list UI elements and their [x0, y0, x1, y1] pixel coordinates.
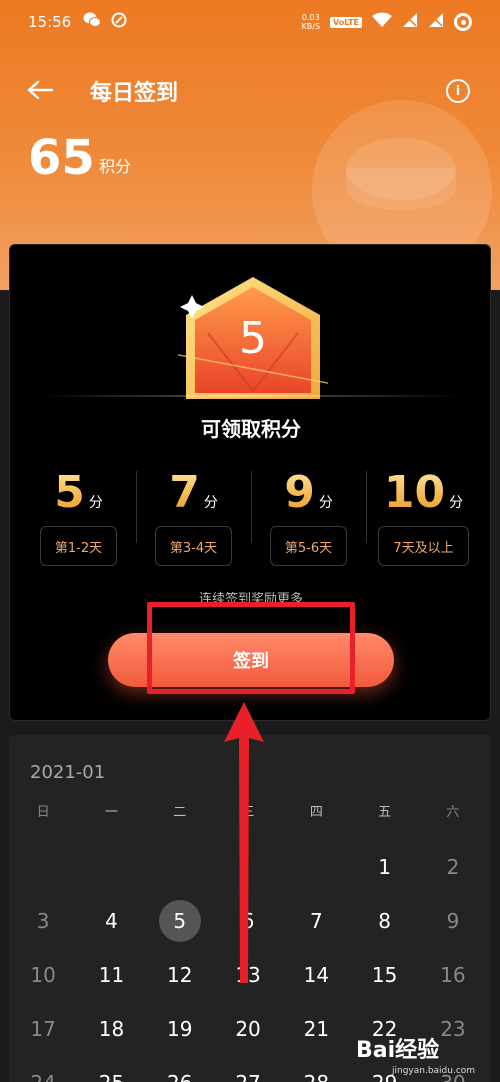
points-unit: 积分 [99, 157, 132, 176]
calendar-day[interactable]: 25 [77, 1063, 145, 1082]
wifi-icon [372, 12, 392, 32]
calendar-week-row: 3456789 [9, 900, 491, 955]
calendar-day[interactable]: 15 [350, 955, 418, 995]
tier-days: 7天及以上 [378, 526, 469, 566]
tier-days: 第1-2天 [39, 526, 118, 566]
tier-unit: 分 [449, 495, 464, 511]
tier-value: 10 [383, 467, 446, 518]
badge-value: 5 [239, 313, 267, 364]
status-time: 15:56 [28, 13, 72, 31]
calendar-day[interactable]: 2 [419, 847, 487, 887]
tier-days: 第3-4天 [154, 526, 233, 566]
weekday-label: 日 [36, 805, 50, 820]
calendar-day[interactable]: 17 [9, 1009, 77, 1049]
calendar-day[interactable]: 21 [282, 1009, 350, 1049]
calendar-day[interactable]: 28 [282, 1063, 350, 1082]
calendar-day[interactable]: 8 [350, 901, 418, 941]
calendar-day[interactable]: 3 [9, 901, 77, 941]
calendar-day[interactable]: 7 [282, 901, 350, 941]
volte-badge: VoLTE [330, 16, 362, 28]
calendar-week-row: 17 18 19 20 21 22 23 [9, 1009, 491, 1063]
tier-1: 5 分 第1-2天 [21, 467, 136, 572]
calendar-day[interactable]: 11 [77, 955, 145, 995]
page-title: 每日签到 [90, 81, 179, 106]
tier-value: 5 [54, 467, 85, 518]
reward-tiers: 5 分 第1-2天 7 分 第3-4天 9 分 第5-6天 10 分 7天及以上 [21, 467, 481, 572]
card-heading: 可领取积分 [201, 417, 301, 441]
coin-stack-base [346, 168, 456, 210]
calendar-week-row: 10 11 12 13 14 15 16 [9, 955, 491, 1009]
signal-icon-2 [428, 12, 444, 32]
calendar-day[interactable]: 9 [419, 901, 487, 941]
calendar-day[interactable]: 20 [214, 1009, 282, 1049]
tier-3: 9 分 第5-6天 [251, 467, 366, 572]
weekday-label: 四 [309, 805, 323, 820]
calendar-day[interactable]: 12 [146, 955, 214, 995]
calendar-day[interactable]: 22 [350, 1009, 418, 1049]
tier-value: 7 [169, 467, 200, 518]
calendar-day[interactable]: 26 [146, 1063, 214, 1082]
today-marker: 5 [158, 900, 201, 942]
calendar-day[interactable]: 6 [214, 901, 282, 941]
tier-days: 第5-6天 [269, 526, 348, 566]
tier-unit: 分 [88, 495, 103, 511]
reward-badge: 5 [167, 273, 339, 403]
calendar-day[interactable]: 19 [146, 1009, 214, 1049]
weekday-label: 三 [241, 805, 255, 820]
calendar-week-row: 24252627282930 [9, 1063, 491, 1082]
tier-value: 9 [284, 467, 315, 518]
calendar-day[interactable]: 18 [77, 1009, 145, 1049]
tier-unit: 分 [318, 495, 333, 511]
calendar-day-today[interactable]: 5 [146, 900, 214, 942]
signal-icon [402, 12, 418, 32]
weekday-label: 二 [173, 805, 187, 820]
calendar-day[interactable]: 30 [419, 1063, 487, 1082]
calendar-grid: 1234567891011121314151617181920212223242… [9, 847, 491, 1082]
status-bar: 15:56 0.03 KB/S VoLTE [0, 0, 500, 44]
calendar-day[interactable]: 1 [350, 847, 418, 887]
calendar-week-row: 12 [9, 847, 491, 901]
points-value: 65 [28, 130, 95, 186]
network-speed: 0.03 KB/S [301, 13, 321, 31]
calendar-day[interactable]: 24 [9, 1063, 77, 1082]
info-icon[interactable]: i [446, 79, 470, 103]
calendar-day[interactable]: 4 [77, 901, 145, 941]
tier-2: 7 分 第3-4天 [136, 467, 251, 572]
sign-in-card: 5 可领取积分 5 分 第1-2天 7 分 第3-4天 9 分 第5-6天 10… [9, 244, 491, 721]
back-arrow-icon[interactable] [26, 76, 54, 104]
calendar-day[interactable]: 13 [214, 955, 282, 995]
wechat-icon [83, 12, 102, 32]
calendar-day[interactable]: 27 [214, 1063, 282, 1082]
battery-icon [454, 13, 472, 31]
app-notification-icon [111, 12, 127, 32]
calendar-day[interactable]: 14 [282, 955, 350, 995]
calendar-day[interactable]: 16 [419, 955, 487, 995]
streak-hint: 连续签到奖励更多 [198, 592, 303, 607]
calendar: 2021-01 日 一 二 三 四 五 六 1 2 3 4 5 6 7 8 9 10 11 12 13 1… [9, 735, 491, 1082]
tier-unit: 分 [203, 495, 218, 511]
weekday-label: 六 [446, 805, 460, 820]
tier-4: 10 分 7天及以上 [366, 467, 481, 572]
sign-in-button[interactable]: 签到 [108, 633, 394, 687]
weekday-label: 五 [378, 805, 392, 820]
calendar-weekdays: 日 一 二 三 四 五 六 [9, 801, 491, 820]
calendar-month: 2021-01 [30, 762, 106, 783]
calendar-day[interactable]: 23 [419, 1009, 487, 1049]
calendar-day[interactable]: 29 [350, 1063, 418, 1082]
weekday-label: 一 [104, 805, 118, 820]
calendar-day[interactable]: 10 [9, 955, 77, 995]
divider [40, 395, 460, 397]
